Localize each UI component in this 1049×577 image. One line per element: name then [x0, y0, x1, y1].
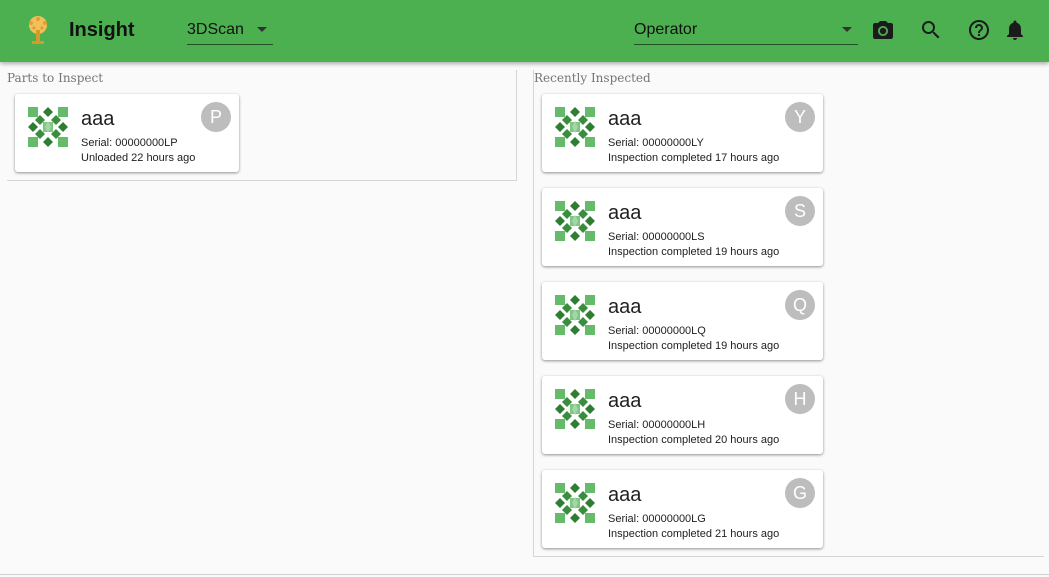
avatar: Y: [785, 102, 815, 132]
bell-icon[interactable]: [1003, 18, 1027, 42]
inspected-card[interactable]: aaa Serial: 00000000LH Inspection comple…: [542, 376, 823, 454]
part-status: Inspection completed 19 hours ago: [608, 340, 780, 352]
parts-to-inspect-panel: aaa Serial: 00000000LP Unloaded 22 hours…: [7, 70, 517, 181]
part-name: aaa: [608, 296, 642, 318]
inspected-card[interactable]: aaa Serial: 00000000LS Inspection comple…: [542, 188, 823, 266]
part-status: Unloaded 22 hours ago: [81, 152, 196, 164]
app-bar: Insight 3DScan Operator: [0, 0, 1049, 62]
part-thumbnail: [555, 107, 595, 147]
part-serial: Serial: 00000000LG: [608, 513, 706, 525]
search-icon[interactable]: [919, 18, 943, 42]
part-thumbnail: [555, 389, 595, 429]
inspected-card[interactable]: aaa Serial: 00000000LG Inspection comple…: [542, 470, 823, 548]
part-status: Inspection completed 21 hours ago: [608, 528, 780, 540]
part-card[interactable]: aaa Serial: 00000000LP Unloaded 22 hours…: [15, 94, 239, 172]
tree-logo-icon[interactable]: [22, 14, 54, 46]
help-icon[interactable]: [967, 18, 991, 42]
recently-inspected-panel: aaa Serial: 00000000LY Inspection comple…: [533, 70, 1044, 557]
part-thumbnail: [28, 107, 68, 147]
part-name: aaa: [608, 390, 642, 412]
part-thumbnail: [555, 201, 595, 241]
part-serial: Serial: 00000000LP: [81, 137, 178, 149]
part-status: Inspection completed 20 hours ago: [608, 434, 780, 446]
avatar: P: [201, 102, 231, 132]
part-name: aaa: [608, 484, 642, 506]
part-serial: Serial: 00000000LY: [608, 137, 704, 149]
camera-icon[interactable]: [871, 18, 895, 42]
part-name: aaa: [608, 202, 642, 224]
part-serial: Serial: 00000000LQ: [608, 325, 706, 337]
app-title: Insight: [69, 19, 135, 41]
category-select-value: 3DScan: [187, 21, 244, 38]
footer-divider: [0, 574, 1049, 575]
part-serial: Serial: 00000000LS: [608, 231, 705, 243]
part-thumbnail: [555, 483, 595, 523]
avatar: G: [785, 478, 815, 508]
inspected-card[interactable]: aaa Serial: 00000000LY Inspection comple…: [542, 94, 823, 172]
chevron-down-icon: [257, 27, 267, 32]
category-select[interactable]: 3DScan: [187, 16, 273, 45]
part-thumbnail: [555, 295, 595, 335]
part-name: aaa: [608, 108, 642, 130]
part-status: Inspection completed 19 hours ago: [608, 246, 780, 258]
inspected-card[interactable]: aaa Serial: 00000000LQ Inspection comple…: [542, 282, 823, 360]
role-select[interactable]: Operator: [634, 16, 858, 45]
avatar: Q: [785, 290, 815, 320]
chevron-down-icon: [842, 27, 852, 32]
part-status: Inspection completed 17 hours ago: [608, 152, 780, 164]
part-name: aaa: [81, 108, 115, 130]
avatar: H: [785, 384, 815, 414]
role-select-value: Operator: [634, 21, 698, 38]
part-serial: Serial: 00000000LH: [608, 419, 706, 431]
avatar: S: [785, 196, 815, 226]
